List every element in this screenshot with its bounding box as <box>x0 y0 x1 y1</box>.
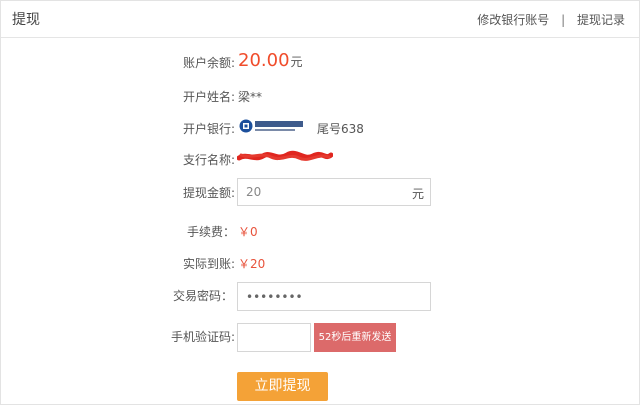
page-title: 提现 <box>12 12 40 28</box>
balance-amount: 20.00 <box>238 50 290 71</box>
bank-tail-number: 尾号638 <box>317 122 364 136</box>
withdraw-amount-unit: 元 <box>411 187 424 201</box>
balance-unit: 元 <box>290 55 303 69</box>
trade-password-label: 交易密码： <box>172 289 233 303</box>
submit-withdraw-button[interactable]: 立即提现 <box>237 372 328 401</box>
modify-bank-account-link[interactable]: 修改银行账号 <box>477 13 549 27</box>
trade-password-input[interactable] <box>237 282 431 311</box>
header-links: 修改银行账号 | 提现记录 <box>477 11 625 28</box>
sms-code-label: 手机验证码: <box>170 330 235 344</box>
withdraw-amount-field: 元 <box>237 178 431 206</box>
fee-label: 手续费： <box>186 225 235 239</box>
resend-code-button[interactable]: 52秒后重新发送 <box>314 323 396 352</box>
actual-amount-label: 实际到账: <box>182 257 235 271</box>
withdraw-amount-label: 提现金额: <box>182 186 235 200</box>
page-header: 提现 修改银行账号 | 提现记录 <box>1 1 639 38</box>
withdraw-page: 提现 修改银行账号 | 提现记录 账户余额: 20.00元 开户姓名: 梁** … <box>0 0 640 405</box>
branch-label: 支行名称: <box>182 153 235 167</box>
account-name-value: 梁** <box>238 90 263 104</box>
header-separator: | <box>561 13 566 27</box>
china-construction-bank-logo-icon <box>239 119 303 133</box>
balance-label: 账户余额: <box>182 56 235 70</box>
sms-code-input[interactable] <box>237 323 311 352</box>
withdraw-amount-input[interactable] <box>238 179 416 205</box>
fee-value: ￥0 <box>238 225 258 239</box>
balance-value: 20.00元 <box>238 50 303 71</box>
bank-label: 开户银行: <box>182 122 235 136</box>
redacted-branch-scribble <box>237 150 333 161</box>
actual-amount-value: ￥20 <box>238 257 266 271</box>
account-name-label: 开户姓名: <box>182 90 235 104</box>
withdraw-records-link[interactable]: 提现记录 <box>577 13 625 27</box>
